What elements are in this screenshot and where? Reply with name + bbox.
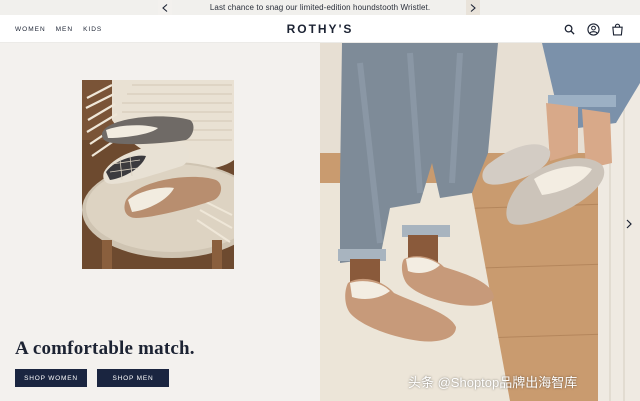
header-icons: [562, 15, 624, 43]
watermark: 头条 @Shoptop品牌出海智库: [408, 375, 578, 390]
account-icon: [586, 22, 600, 36]
search-button[interactable]: [562, 22, 576, 36]
carousel-next-button[interactable]: [624, 215, 634, 233]
announcement-bar: Last chance to snag our limited-edition …: [0, 0, 640, 15]
main-nav: WOMEN MEN KIDS: [15, 15, 102, 43]
hero-right-panel: [320, 43, 640, 401]
account-button[interactable]: [586, 22, 600, 36]
chevron-right-icon: [626, 219, 632, 229]
logo-text[interactable]: ROTHY'S: [287, 22, 354, 36]
announcement-next-arrow[interactable]: [466, 0, 480, 15]
shop-men-button[interactable]: SHOP MEN: [97, 369, 169, 387]
announcement-message[interactable]: Last chance to snag our limited-edition …: [210, 3, 430, 12]
site-header: WOMEN MEN KIDS ROTHY'S: [0, 15, 640, 43]
chevron-left-icon: [162, 3, 168, 12]
announcement-prev-arrow[interactable]: [158, 0, 172, 15]
hero-left-panel: A comfortable match. SHOP WOMEN SHOP MEN: [0, 43, 320, 401]
chevron-right-icon: [470, 3, 476, 12]
shop-women-button[interactable]: SHOP WOMEN: [15, 369, 87, 387]
lifestyle-image: [320, 43, 640, 401]
nav-men[interactable]: MEN: [56, 26, 73, 33]
hero-headline: A comfortable match.: [15, 338, 195, 359]
bag-button[interactable]: [610, 22, 624, 36]
search-icon: [564, 24, 575, 35]
product-photo[interactable]: [82, 80, 234, 269]
slippers-image: [82, 80, 234, 269]
bag-icon: [611, 23, 623, 35]
nav-kids[interactable]: KIDS: [83, 26, 102, 33]
nav-women[interactable]: WOMEN: [15, 26, 46, 33]
